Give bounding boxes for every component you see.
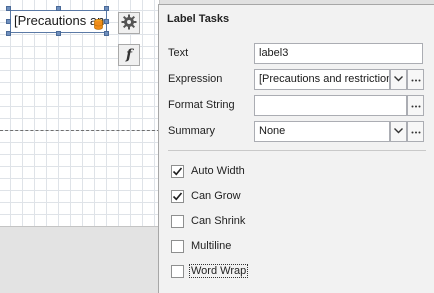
expression-field-label: Expression bbox=[168, 73, 223, 85]
format-string-ellipsis-button[interactable] bbox=[407, 95, 424, 116]
can-grow-label: Can Grow bbox=[191, 190, 241, 202]
resize-handle-right[interactable] bbox=[104, 19, 109, 24]
smart-tag-button[interactable] bbox=[118, 12, 140, 34]
option-multiline[interactable]: Multiline bbox=[171, 238, 232, 254]
resize-handle-top[interactable] bbox=[56, 6, 61, 11]
label-tasks-popup: Label Tasks Text label3 Expression [Prec… bbox=[158, 4, 434, 293]
designer-bottom-area bbox=[0, 226, 160, 293]
summary-select[interactable]: None bbox=[254, 121, 390, 142]
resize-handle-top-left[interactable] bbox=[6, 6, 11, 11]
can-shrink-checkbox[interactable] bbox=[171, 214, 184, 228]
option-auto-width[interactable]: Auto Width bbox=[171, 163, 246, 179]
chevron-down-icon bbox=[394, 74, 403, 85]
option-word-wrap[interactable]: Word Wrap bbox=[171, 263, 249, 279]
expression-ellipsis-button[interactable] bbox=[407, 69, 424, 90]
function-icon: f bbox=[125, 47, 133, 63]
chevron-down-icon bbox=[394, 126, 403, 137]
auto-width-checkbox[interactable] bbox=[171, 164, 184, 178]
word-wrap-checkbox[interactable] bbox=[171, 264, 184, 278]
resize-handle-top-right[interactable] bbox=[104, 6, 109, 11]
expression-select[interactable]: [Precautions and restrictions] bbox=[254, 69, 390, 90]
multiline-label: Multiline bbox=[191, 240, 232, 252]
checkmark-icon bbox=[172, 191, 183, 200]
database-icon bbox=[94, 16, 103, 30]
report-design-surface[interactable]: [Precautions and restrictions] bbox=[0, 0, 160, 226]
option-can-grow[interactable]: Can Grow bbox=[171, 188, 242, 204]
resize-handle-left[interactable] bbox=[6, 19, 11, 24]
multiline-checkbox[interactable] bbox=[171, 239, 184, 253]
expression-dropdown-button[interactable] bbox=[390, 69, 407, 90]
checkmark-icon bbox=[172, 166, 183, 175]
can-shrink-label: Can Shrink bbox=[191, 215, 246, 227]
ellipsis-icon bbox=[411, 126, 421, 137]
summary-dropdown-button[interactable] bbox=[390, 121, 407, 142]
summary-ellipsis-button[interactable] bbox=[407, 121, 424, 142]
text-field-label: Text bbox=[168, 47, 189, 59]
popup-separator bbox=[168, 150, 426, 151]
ellipsis-icon bbox=[411, 100, 421, 111]
format-string-input[interactable] bbox=[254, 95, 407, 116]
gear-icon bbox=[121, 14, 137, 33]
resize-handle-bottom-left[interactable] bbox=[6, 31, 11, 36]
resize-handle-bottom[interactable] bbox=[56, 31, 61, 36]
ellipsis-icon bbox=[411, 74, 421, 85]
word-wrap-label: Word Wrap bbox=[188, 264, 249, 278]
can-grow-checkbox[interactable] bbox=[171, 189, 184, 203]
summary-field-label: Summary bbox=[168, 125, 216, 137]
expression-editor-button[interactable]: f bbox=[118, 44, 140, 66]
auto-width-label: Auto Width bbox=[191, 165, 245, 177]
text-input[interactable]: label3 bbox=[254, 43, 423, 64]
option-can-shrink[interactable]: Can Shrink bbox=[171, 213, 246, 229]
format-string-label: Format String bbox=[168, 99, 235, 111]
resize-handle-bottom-right[interactable] bbox=[104, 31, 109, 36]
popup-title: Label Tasks bbox=[167, 13, 230, 25]
band-separator-line bbox=[0, 130, 160, 131]
selected-label-control[interactable]: [Precautions and restrictions] bbox=[10, 10, 107, 33]
